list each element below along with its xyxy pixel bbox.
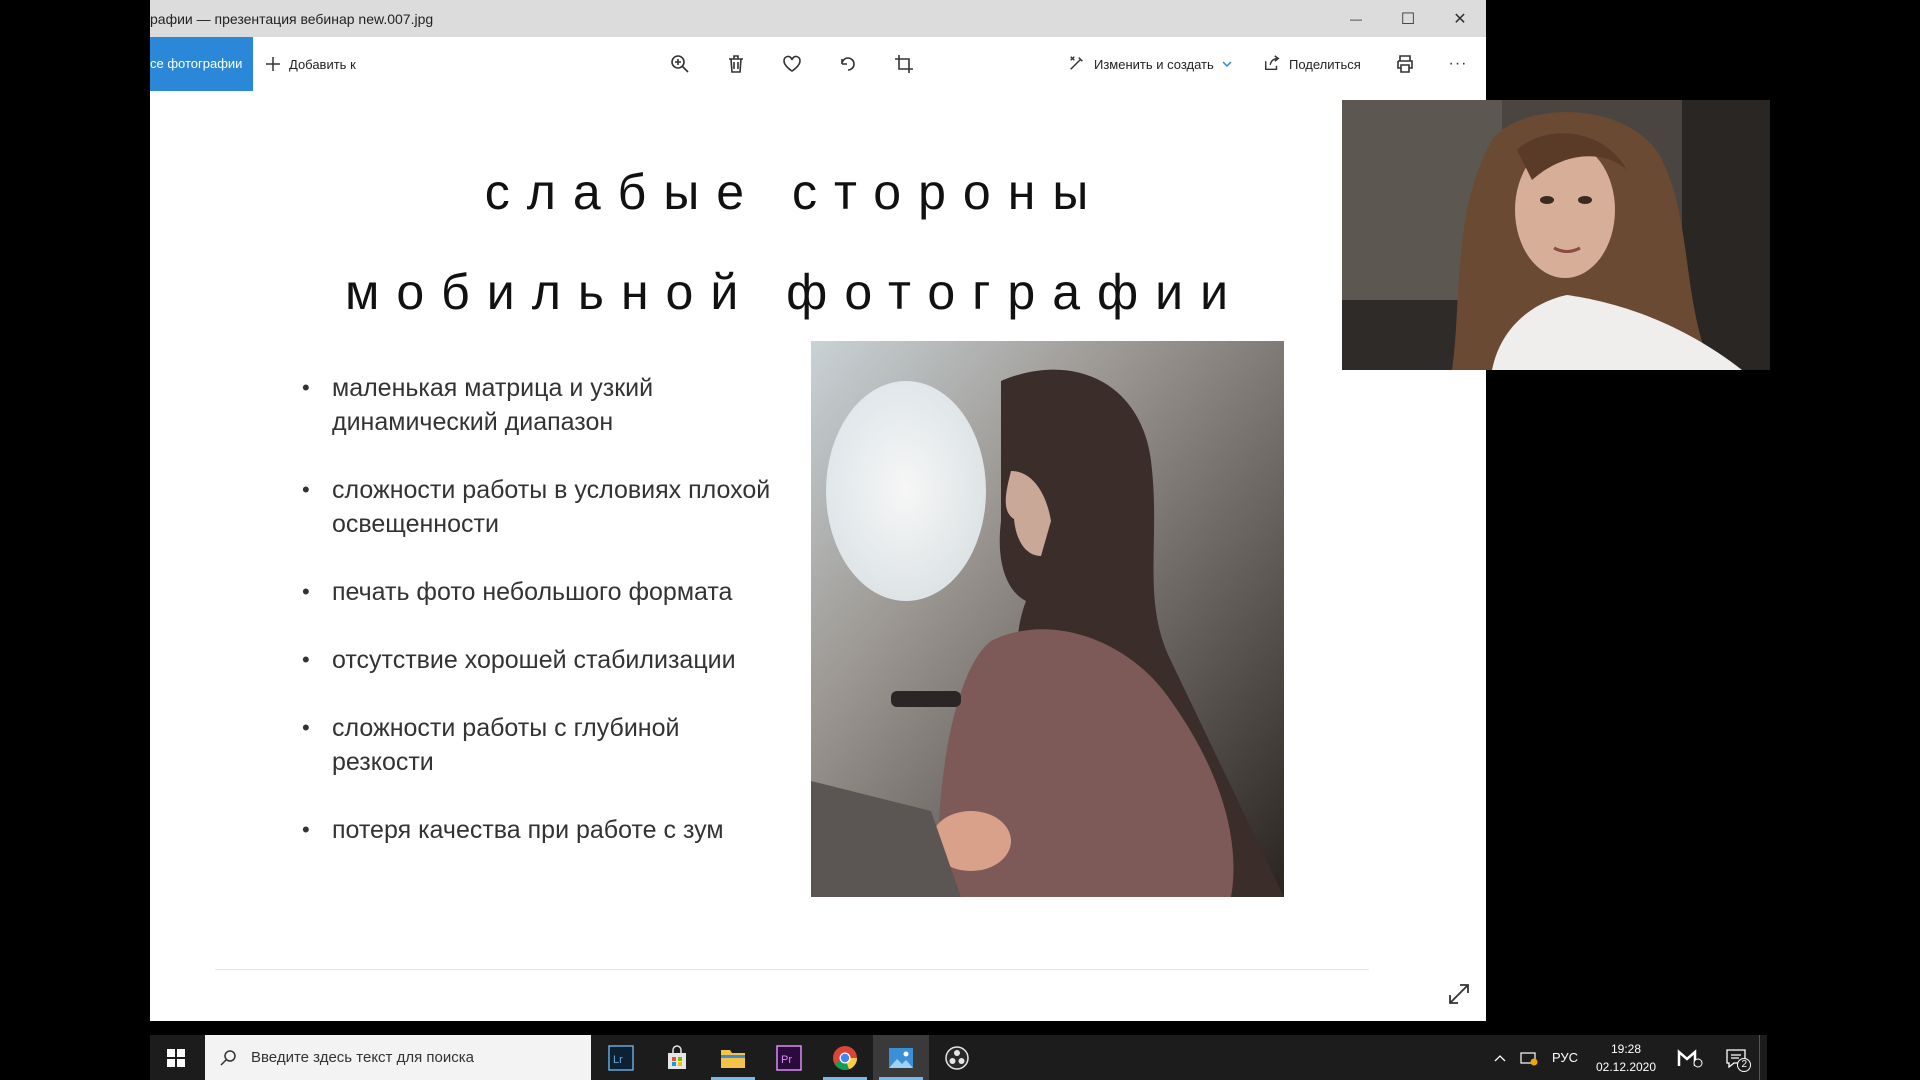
gmail-icon[interactable]	[1667, 1048, 1713, 1068]
bullet-item: печать фото небольшого формата	[302, 575, 772, 609]
chrome-icon	[833, 1045, 857, 1070]
crop-icon[interactable]	[889, 49, 919, 79]
share-icon	[1263, 54, 1281, 75]
search-icon	[220, 1049, 236, 1066]
all-photos-button[interactable]: се фотографии	[150, 37, 253, 91]
clock-time: 19:28	[1610, 1041, 1642, 1056]
taskbar-search[interactable]: Введите здесь текст для поиска	[205, 1035, 591, 1080]
close-button[interactable]: ✕	[1434, 0, 1486, 37]
language-indicator[interactable]: РУС	[1545, 1050, 1585, 1065]
toolbar: се фотографии Добавить к Изменить и созд…	[150, 37, 1486, 91]
webcam-video	[1342, 100, 1770, 370]
obs-icon	[945, 1045, 969, 1070]
chevron-up-icon[interactable]	[1487, 1051, 1513, 1065]
edit-create-label: Изменить и создать	[1094, 56, 1214, 72]
title-bar[interactable]: рафии — презентация вебинар new.007.jpg …	[150, 0, 1486, 37]
share-button[interactable]: Поделиться	[1263, 37, 1361, 91]
girl-photo	[811, 341, 1284, 897]
show-desktop[interactable]	[1759, 1035, 1767, 1080]
maximize-button[interactable]: ☐	[1382, 0, 1434, 37]
lightroom-icon: Lr	[608, 1044, 634, 1071]
premiere-icon: Pr	[776, 1044, 802, 1071]
expand-icon[interactable]	[1446, 981, 1472, 1007]
plus-icon	[266, 57, 280, 71]
clock[interactable]: 19:28 02.12.2020	[1585, 1040, 1667, 1076]
obs-app[interactable]	[929, 1035, 985, 1080]
chrome-app[interactable]	[817, 1035, 873, 1080]
svg-text:Lr: Lr	[613, 1054, 623, 1066]
bullet-item: сложности работы с глубиной резкости	[302, 711, 772, 779]
rotate-icon[interactable]	[833, 49, 863, 79]
store-app[interactable]	[649, 1035, 705, 1080]
maximize-icon: ☐	[1400, 10, 1416, 28]
minimize-button[interactable]: —	[1330, 0, 1382, 37]
taskbar: Введите здесь текст для поиска Lr Pr РУС…	[150, 1035, 1767, 1080]
desktop: рафии — презентация вебинар new.007.jpg …	[0, 0, 1920, 1080]
print-icon[interactable]	[1390, 49, 1420, 79]
edit-icon	[1068, 54, 1086, 75]
premiere-app[interactable]: Pr	[761, 1035, 817, 1080]
window-title: рафии — презентация вебинар new.007.jpg	[150, 11, 434, 27]
delete-icon[interactable]	[721, 49, 751, 79]
system-tray: РУС 19:28 02.12.2020 2	[1487, 1035, 1767, 1080]
slide-title-line2: мобильной фотографии	[344, 264, 1246, 320]
store-icon	[668, 1044, 686, 1069]
favorite-icon[interactable]	[777, 49, 807, 79]
minimize-icon: —	[1350, 11, 1362, 26]
bullet-item: сложности работы в условиях плохой освещ…	[302, 473, 772, 541]
bullet-item: потеря качества при работе с зум	[302, 813, 772, 847]
folder-icon	[721, 1049, 745, 1068]
add-to-label: Добавить к	[289, 56, 356, 72]
bullet-list: маленькая матрица и узкий динамический д…	[302, 371, 772, 881]
photos-icon	[889, 1047, 913, 1068]
divider	[215, 969, 1369, 970]
photos-window: рафии — презентация вебинар new.007.jpg …	[150, 0, 1486, 1021]
search-placeholder: Введите здесь текст для поиска	[251, 1049, 474, 1066]
slide-title-line1: слабые стороны	[484, 164, 1106, 220]
add-to-button[interactable]: Добавить к	[265, 37, 356, 91]
lightroom-app[interactable]: Lr	[593, 1035, 649, 1080]
bullet-item: маленькая матрица и узкий динамический д…	[302, 371, 772, 439]
more-button[interactable]: ···	[1443, 49, 1473, 79]
share-label: Поделиться	[1289, 56, 1361, 72]
windows-icon	[167, 1048, 185, 1067]
bullet-item: отсутствие хорошей стабилизации	[302, 643, 772, 677]
slide-image: слабые стороны мобильной фотографии мале…	[150, 91, 1486, 1021]
photos-app[interactable]	[873, 1035, 929, 1080]
notification-count: 2	[1737, 1057, 1751, 1072]
close-icon: ✕	[1453, 10, 1467, 28]
chevron-down-icon	[1222, 61, 1232, 68]
start-button[interactable]	[150, 1035, 202, 1080]
notifications-icon[interactable]: 2	[1713, 1048, 1759, 1072]
svg-text:Pr: Pr	[781, 1054, 792, 1066]
explorer-app[interactable]	[705, 1035, 761, 1080]
edit-create-button[interactable]: Изменить и создать	[1068, 37, 1232, 91]
zoom-icon[interactable]	[665, 49, 695, 79]
network-icon[interactable]	[1513, 1050, 1545, 1066]
clock-date: 02.12.2020	[1595, 1059, 1657, 1074]
